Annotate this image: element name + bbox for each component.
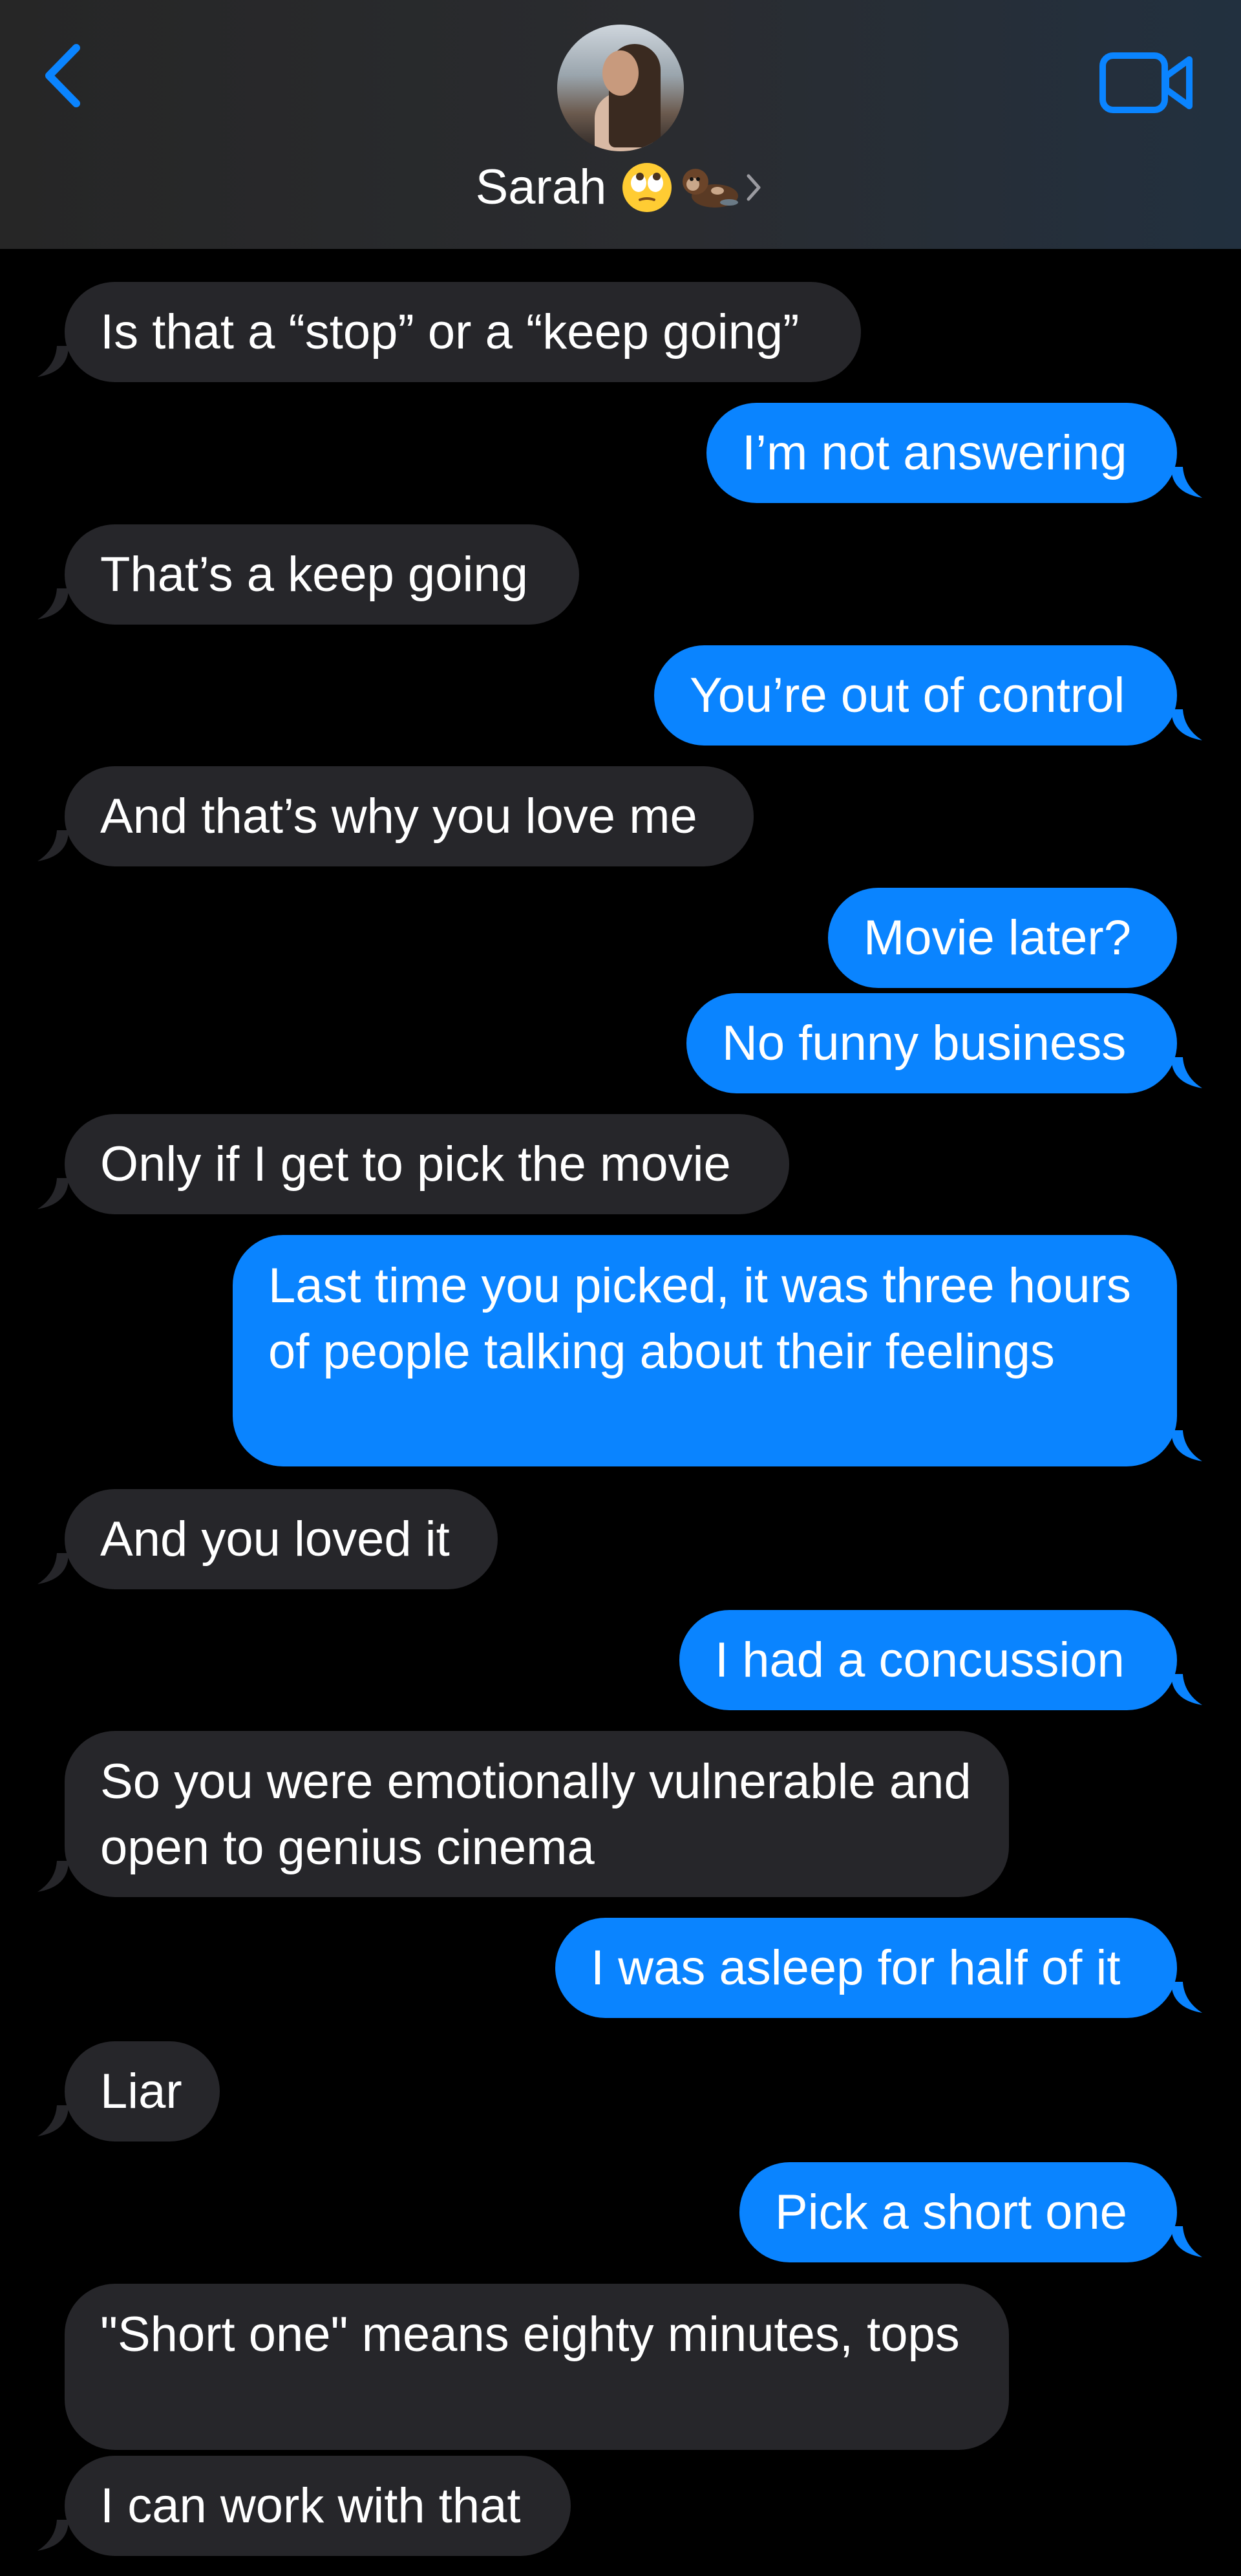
outgoing-message[interactable]: I had a concussion xyxy=(679,1610,1177,1710)
incoming-bubble-tail xyxy=(37,1861,69,1892)
outgoing-message[interactable]: I was asleep for half of it xyxy=(555,1918,1177,2018)
chevron-left-icon xyxy=(45,44,80,107)
avatar-figure-face xyxy=(602,50,639,96)
incoming-bubble-tail xyxy=(37,1178,69,1209)
message-text: Only if I get to pick the movie xyxy=(100,1136,731,1192)
avatar[interactable] xyxy=(557,25,684,151)
contact-info-button[interactable]: Sarah xyxy=(440,19,801,226)
contact-name-row[interactable]: Sarah xyxy=(440,155,801,220)
message-text: I can work with that xyxy=(100,2478,521,2533)
incoming-message[interactable]: "Short one" means eighty minutes, tops xyxy=(65,2284,1009,2450)
message-text: No funny business xyxy=(722,1015,1127,1071)
chevron-right-icon xyxy=(742,168,765,207)
incoming-message[interactable]: Liar xyxy=(65,2041,220,2141)
outgoing-message[interactable]: Last time you picked, it was three hours… xyxy=(233,1235,1177,1466)
message-text: Pick a short one xyxy=(775,2184,1127,2240)
conversation-header: Sarah xyxy=(0,0,1241,249)
back-button[interactable] xyxy=(39,40,90,111)
message-text: Liar xyxy=(100,2063,182,2119)
message-text: So you were emotionally vulnerable and o… xyxy=(100,1754,971,1875)
outgoing-message[interactable]: I’m not answering xyxy=(706,403,1177,503)
message-text: You’re out of control xyxy=(690,667,1125,723)
contact-name: Sarah xyxy=(475,160,607,215)
message-text: I’m not answering xyxy=(742,425,1127,480)
incoming-bubble-tail xyxy=(37,346,69,377)
incoming-bubble-tail xyxy=(37,588,69,619)
message-text: And that’s why you love me xyxy=(100,788,697,844)
video-camera-icon xyxy=(1099,52,1193,113)
message-text: Is that a “stop” or a “keep going” xyxy=(100,304,800,360)
incoming-message[interactable]: And that’s why you love me xyxy=(65,766,754,866)
message-text: Movie later? xyxy=(864,910,1131,965)
outgoing-bubble-tail xyxy=(1171,1674,1202,1705)
message-text: That’s a keep going xyxy=(100,546,528,602)
outgoing-bubble-tail xyxy=(1171,1430,1202,1461)
incoming-message[interactable]: I can work with that xyxy=(65,2456,571,2556)
incoming-message[interactable]: That’s a keep going xyxy=(65,524,579,625)
incoming-message[interactable]: And you loved it xyxy=(65,1489,498,1589)
incoming-bubble-tail xyxy=(37,2520,69,2551)
incoming-bubble-tail xyxy=(37,830,69,861)
outgoing-bubble-tail xyxy=(1171,467,1202,498)
outgoing-bubble-tail xyxy=(1171,1057,1202,1088)
outgoing-bubble-tail xyxy=(1171,709,1202,740)
incoming-bubble-tail xyxy=(37,1553,69,1584)
outgoing-message[interactable]: Movie later? xyxy=(828,888,1177,988)
message-text: I was asleep for half of it xyxy=(591,1940,1121,1995)
message-text: "Short one" means eighty minutes, tops xyxy=(100,2307,960,2362)
outgoing-bubble-tail xyxy=(1171,2226,1202,2257)
outgoing-message[interactable]: You’re out of control xyxy=(654,645,1177,746)
incoming-message[interactable]: Only if I get to pick the movie xyxy=(65,1114,789,1214)
message-text: And you loved it xyxy=(100,1511,450,1567)
message-text: I had a concussion xyxy=(715,1632,1125,1688)
incoming-message[interactable]: So you were emotionally vulnerable and o… xyxy=(65,1731,1009,1897)
video-call-button[interactable] xyxy=(1099,50,1194,115)
incoming-message[interactable]: Is that a “stop” or a “keep going” xyxy=(65,282,861,382)
incoming-bubble-tail xyxy=(37,2105,69,2136)
outgoing-bubble-tail xyxy=(1171,1982,1202,2013)
otter-emoji-icon xyxy=(679,161,741,214)
outgoing-message[interactable]: No funny business xyxy=(686,993,1177,1093)
face-with-rolling-eyes-emoji-icon xyxy=(620,161,674,214)
outgoing-message[interactable]: Pick a short one xyxy=(739,2162,1177,2262)
message-text: Last time you picked, it was three hours… xyxy=(268,1258,1131,1379)
